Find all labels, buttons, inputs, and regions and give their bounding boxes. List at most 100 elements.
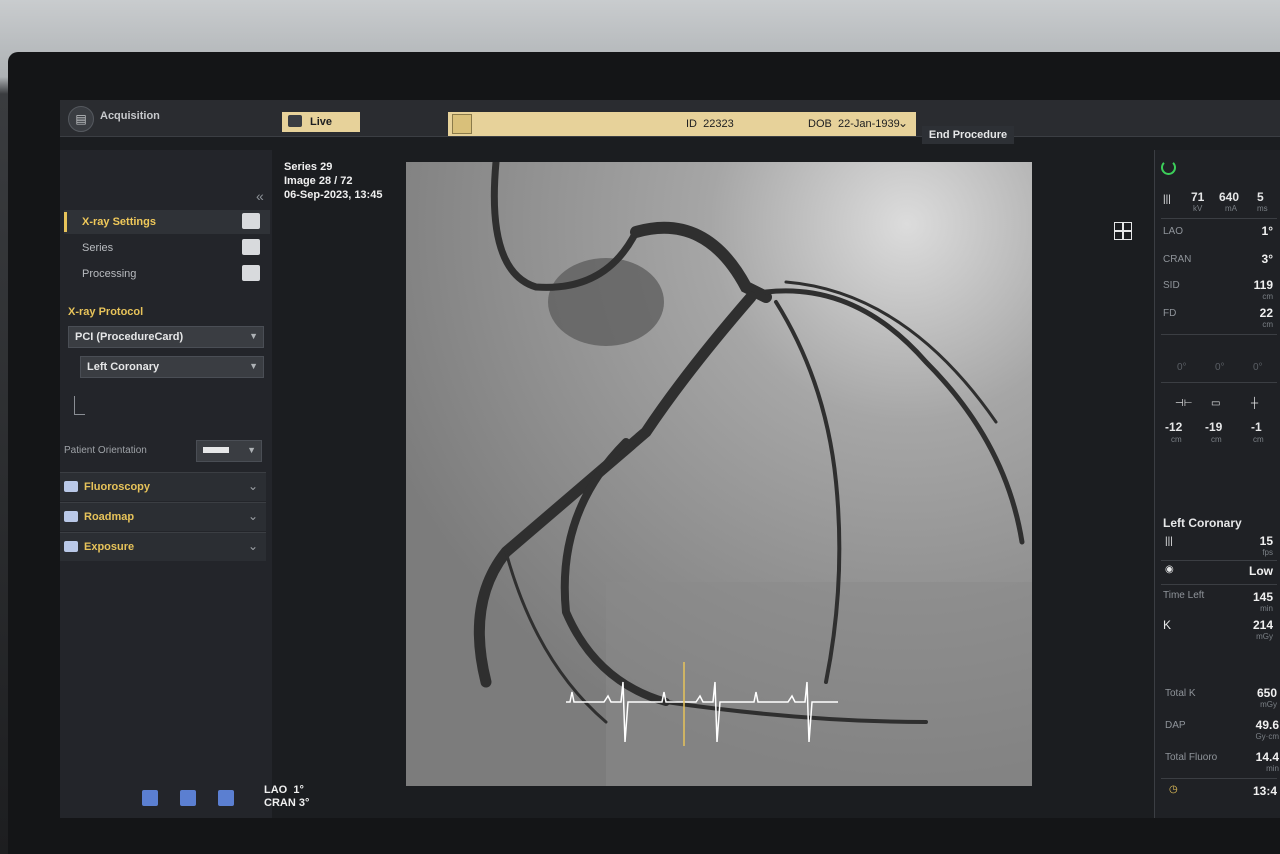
save-icon[interactable] bbox=[142, 790, 158, 806]
ms-value: 5 bbox=[1257, 190, 1264, 204]
lao-label: LAO bbox=[264, 784, 288, 796]
table-height-icon: ┼ bbox=[1251, 398, 1259, 409]
divider bbox=[1161, 334, 1277, 335]
sidebar-item-processing[interactable]: Processing bbox=[64, 262, 270, 286]
time-left-value: 145 bbox=[1252, 590, 1273, 604]
kv-icon: ||| bbox=[1163, 194, 1171, 205]
section-label: Roadmap bbox=[84, 511, 135, 523]
image-info: Series 29 Image 28 / 72 06-Sep-2023, 13:… bbox=[284, 160, 382, 202]
top-bar: ▤ Acquisition Live ID 22323 DOB 22-Jan-1… bbox=[60, 100, 1280, 137]
section-label: Fluoroscopy bbox=[84, 481, 151, 493]
dob-value: 22-Jan-1939 bbox=[837, 118, 900, 130]
sub-protocol-select[interactable]: Left Coronary ▼ bbox=[80, 356, 264, 378]
patient-id: ID 22323 bbox=[686, 118, 734, 130]
dap-value: 49.6 bbox=[1255, 718, 1279, 732]
total-fluoro-label: Total Fluoro bbox=[1165, 752, 1218, 763]
end-procedure-button[interactable]: End Procedure bbox=[922, 126, 1014, 144]
cran-value: 3° bbox=[1261, 252, 1273, 266]
image-counter: Image 28 / 72 bbox=[284, 175, 353, 187]
patient-orientation-select[interactable]: ▼ bbox=[196, 440, 262, 462]
angle-1-value: 0° bbox=[1177, 362, 1187, 373]
section-label: Exposure bbox=[84, 541, 135, 553]
tab-live[interactable]: Live bbox=[282, 112, 360, 132]
xray-protocol-title: X-ray Protocol bbox=[68, 306, 144, 318]
patient-table-icon bbox=[203, 447, 229, 453]
chevron-double-down-icon: ⌄ bbox=[247, 509, 258, 523]
series-icon bbox=[242, 239, 260, 255]
sidebar-item-series[interactable]: Series bbox=[64, 236, 270, 260]
acquisition-label: Acquisition bbox=[100, 110, 160, 122]
xray-viewport[interactable] bbox=[406, 162, 1032, 786]
export-icon[interactable] bbox=[218, 790, 234, 806]
fd-unit: cm bbox=[1262, 320, 1273, 329]
cran-label: CRAN bbox=[1163, 254, 1192, 265]
acquisition-icon[interactable]: ▤ bbox=[68, 106, 94, 132]
total-fluoro-value: 14.4 bbox=[1255, 750, 1279, 764]
table-pos-3-unit: cm bbox=[1253, 435, 1264, 444]
fd-label: FD bbox=[1163, 308, 1177, 319]
sid-unit: cm bbox=[1262, 292, 1273, 301]
fps-value: 15 bbox=[1259, 534, 1273, 548]
tree-connector bbox=[74, 396, 85, 415]
fd-value: 22 bbox=[1259, 306, 1273, 320]
table-pos-2-unit: cm bbox=[1211, 435, 1222, 444]
dose-level-value: Low bbox=[1249, 564, 1273, 578]
live-tab-label: Live bbox=[310, 116, 333, 128]
k-label: K bbox=[1163, 618, 1172, 632]
roadmap-icon bbox=[64, 511, 78, 522]
processing-icon bbox=[242, 265, 260, 281]
eye-icon: ◉ bbox=[1165, 564, 1174, 575]
timer-icon: ◷ bbox=[1169, 784, 1178, 795]
cran-label: CRAN bbox=[264, 797, 296, 809]
sidebar-item-xray-settings[interactable]: X-ray Settings bbox=[64, 210, 270, 234]
k-unit: mGy bbox=[1256, 632, 1273, 641]
dap-label: DAP bbox=[1165, 720, 1186, 731]
section-fluoroscopy[interactable]: Fluoroscopy ⌄ bbox=[60, 472, 266, 501]
divider bbox=[1161, 218, 1277, 219]
chevron-down-icon[interactable]: ⌄ bbox=[898, 116, 908, 130]
total-k-value: 650 bbox=[1256, 686, 1277, 700]
archive-icon[interactable] bbox=[180, 790, 196, 806]
xray-settings-icon bbox=[242, 213, 260, 229]
time-left-unit: min bbox=[1260, 604, 1273, 613]
orientation-readout: LAO 1° CRAN 3° bbox=[264, 784, 309, 810]
table-pos-2-value: -19 bbox=[1205, 420, 1223, 434]
divider bbox=[1161, 584, 1277, 585]
total-k-label: Total K bbox=[1165, 688, 1196, 699]
sidebar-item-label: X-ray Settings bbox=[82, 216, 156, 228]
patient-icon bbox=[452, 114, 472, 134]
fps-unit: fps bbox=[1262, 548, 1273, 557]
divider bbox=[1161, 382, 1277, 383]
table-pos-1-value: -12 bbox=[1165, 420, 1183, 434]
patient-id-value: 22323 bbox=[703, 118, 734, 130]
right-panel: ||| 71 kV 640 mA 5 ms LAO 1° CRAN 3° SID… bbox=[1154, 150, 1280, 818]
kv-unit: kV bbox=[1193, 204, 1203, 213]
eye-icon bbox=[64, 481, 78, 492]
table-pos-3-value: -1 bbox=[1251, 420, 1262, 434]
total-k-unit: mGy bbox=[1260, 700, 1277, 709]
collapse-panel-icon[interactable]: « bbox=[256, 188, 264, 204]
clock-value: 13:4 bbox=[1252, 784, 1277, 798]
divider bbox=[1161, 778, 1277, 779]
cran-value: 3° bbox=[298, 797, 310, 809]
total-fluoro-unit: min bbox=[1266, 764, 1279, 773]
section-roadmap[interactable]: Roadmap ⌄ bbox=[60, 502, 266, 531]
divider bbox=[1161, 560, 1277, 561]
chevron-down-icon: ▼ bbox=[249, 361, 258, 371]
sub-protocol-value: Left Coronary bbox=[87, 361, 160, 373]
table-lateral-icon: ▭ bbox=[1211, 398, 1221, 409]
angle-2-value: 0° bbox=[1215, 362, 1225, 373]
chevron-double-down-icon: ⌄ bbox=[247, 539, 258, 553]
acquisition-datetime: 06-Sep-2023, 13:45 bbox=[284, 189, 383, 201]
patient-bar[interactable]: ID 22323 DOB 22-Jan-1939 ⌄ bbox=[448, 112, 916, 136]
fps-icon: ||| bbox=[1165, 536, 1173, 547]
table-pos-1-unit: cm bbox=[1171, 435, 1182, 444]
section-exposure[interactable]: Exposure ⌄ bbox=[60, 532, 266, 561]
angle-3-value: 0° bbox=[1253, 362, 1263, 373]
protocol-select[interactable]: PCI (ProcedureCard) ▼ bbox=[68, 326, 264, 348]
sid-label: SID bbox=[1163, 280, 1180, 291]
patient-orientation-label: Patient Orientation bbox=[64, 445, 147, 456]
layout-grid-icon[interactable] bbox=[1114, 222, 1132, 240]
k-value: 214 bbox=[1252, 618, 1273, 632]
left-panel: « X-ray Settings Series Processing X-ray… bbox=[60, 150, 272, 818]
